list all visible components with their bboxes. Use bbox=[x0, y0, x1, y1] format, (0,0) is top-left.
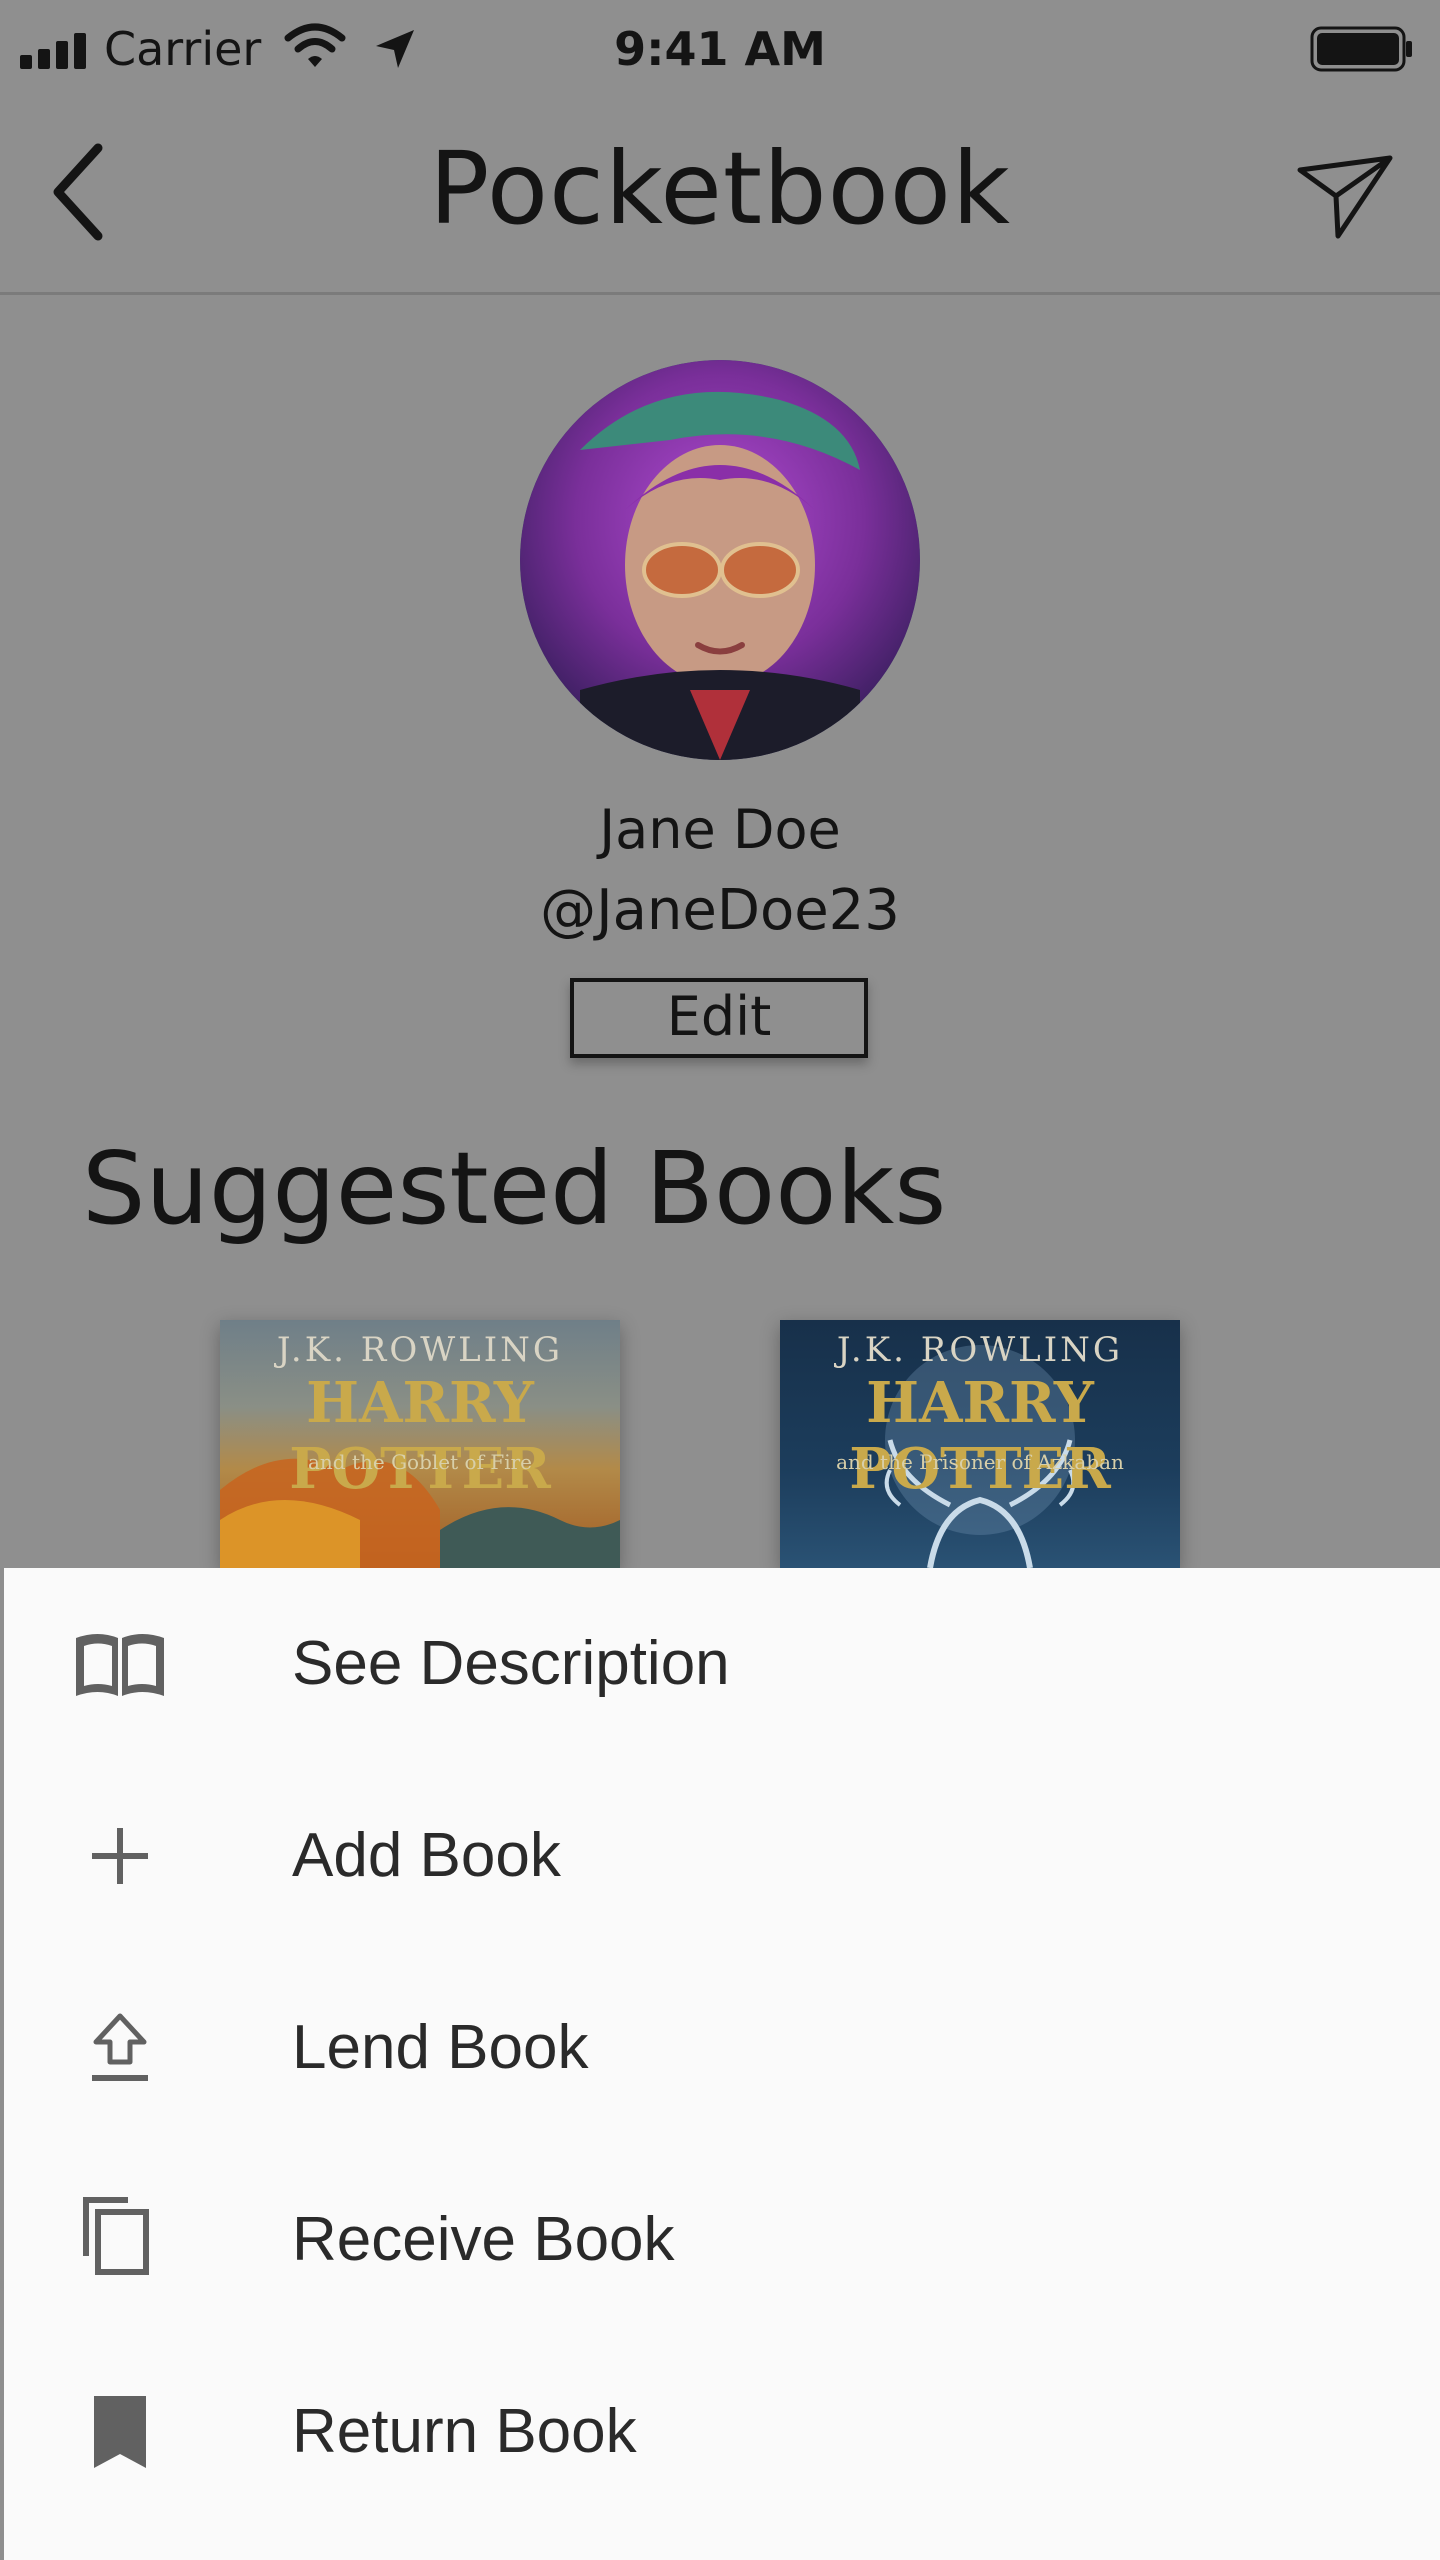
action-lend-book[interactable]: Lend Book bbox=[4, 1952, 1440, 2144]
book-author: J.K. ROWLING bbox=[836, 1330, 1124, 1370]
book-subtitle: and the Goblet of Fire bbox=[308, 1450, 532, 1474]
user-name: Jane Doe bbox=[599, 798, 841, 861]
send-icon[interactable] bbox=[1296, 150, 1396, 250]
action-label: Add Book bbox=[292, 1821, 561, 1890]
book-author: J.K. ROWLING bbox=[276, 1330, 564, 1370]
avatar[interactable] bbox=[520, 360, 920, 760]
action-label: Return Book bbox=[292, 2397, 637, 2466]
status-time: 9:41 AM bbox=[614, 22, 826, 76]
upload-icon bbox=[92, 2013, 148, 2081]
app-title: Pocketbook bbox=[429, 130, 1011, 247]
action-label: Lend Book bbox=[292, 2013, 589, 2082]
plus-icon bbox=[92, 1828, 148, 1884]
action-return-book[interactable]: Return Book bbox=[4, 2336, 1440, 2528]
book-title: HARRY POTTER bbox=[849, 1370, 1111, 1502]
suggested-books-title: Suggested Books bbox=[82, 1130, 947, 1247]
book-subtitle: and the Prisoner of Azkaban bbox=[836, 1450, 1124, 1474]
action-label: Receive Book bbox=[292, 2205, 675, 2274]
book-open-icon bbox=[76, 1634, 164, 1696]
copy-icon bbox=[83, 2197, 149, 2275]
action-sheet: See Description Add Book Lend Book Recei… bbox=[4, 1568, 1440, 2560]
book-cover[interactable]: J.K. ROWLING HARRY POTTER and the Goblet… bbox=[220, 1320, 620, 1568]
profile-screen: Carrier 9:41 AM Pocketbook Jane Doe @Jan… bbox=[0, 0, 1440, 1568]
action-see-description[interactable]: See Description bbox=[4, 1568, 1440, 1760]
action-label: See Description bbox=[292, 1629, 730, 1698]
book-cover[interactable]: J.K. ROWLING HARRY POTTER and the Prison… bbox=[780, 1320, 1180, 1568]
status-bar: Carrier 9:41 AM bbox=[0, 0, 1440, 100]
action-receive-book[interactable]: Receive Book bbox=[4, 2144, 1440, 2336]
battery-icon bbox=[1310, 26, 1412, 72]
book-title: HARRY POTTER bbox=[289, 1370, 551, 1502]
navigation-bar: Pocketbook bbox=[0, 100, 1440, 295]
bookmark-icon bbox=[94, 2396, 146, 2468]
user-handle: @JaneDoe23 bbox=[540, 878, 900, 943]
action-add-book[interactable]: Add Book bbox=[4, 1760, 1440, 1952]
edit-profile-button[interactable]: Edit bbox=[570, 978, 868, 1058]
